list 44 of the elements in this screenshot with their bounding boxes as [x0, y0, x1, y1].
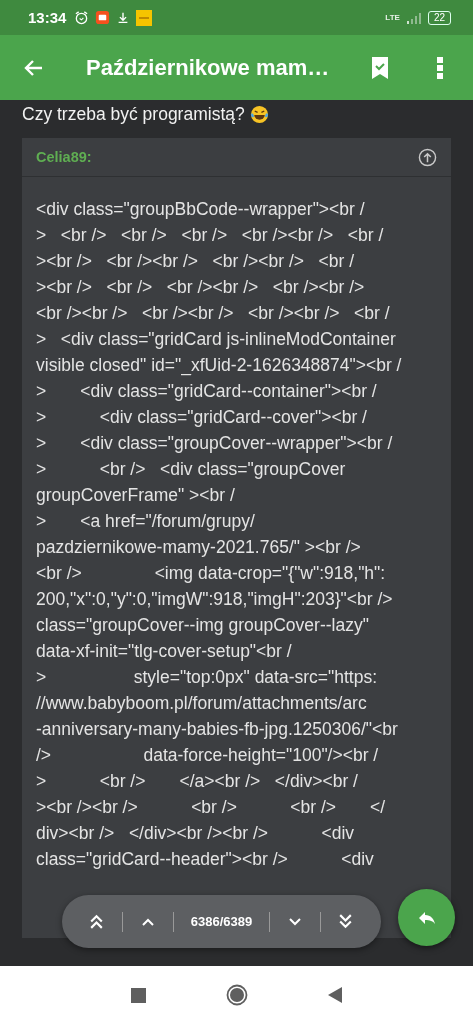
network-label: LTE — [385, 13, 400, 22]
code-line: ><br /> <br /><br /> <br /><br /> <br / — [36, 250, 356, 273]
code-line: > <div class="groupCover--wrapper"><br / — [36, 432, 394, 455]
status-time: 13:34 — [28, 9, 67, 26]
signal-icon — [405, 11, 422, 24]
code-line: -anniversary-many-babies-fb-jpg.1250306/"<br — [36, 718, 399, 741]
code-line: //www.babyboom.pl/forum/attachments/arc — [36, 692, 368, 715]
code-line: > <div class="gridCard--cover"><br / — [36, 406, 368, 429]
code-line: groupCoverFrame" ><br / — [36, 484, 236, 507]
code-line: ><br /> <br /> <br /><br /> <br /><br /> — [36, 276, 366, 299]
back-nav-icon[interactable] — [328, 987, 342, 1003]
post-text: Czy trzeba być programistą? — [22, 103, 245, 125]
home-icon[interactable] — [226, 984, 248, 1006]
code-line: data-xf-init="tlg-cover-setup"<br / — [36, 640, 293, 663]
code-line: div><br /> </div><br /><br /> <div — [36, 822, 356, 845]
recents-icon[interactable] — [131, 987, 146, 1003]
code-line: > <div class="gridCard--container"><br / — [36, 380, 378, 403]
alarm-icon — [74, 10, 90, 25]
code-line: class="groupCover--img groupCover--lazy" — [36, 614, 370, 637]
code-line: > <br /> <div class="groupCover — [36, 458, 347, 481]
code-line: <br /> <img data-crop="{"w":918,"h": — [36, 562, 387, 585]
post-position: 6386/6389 — [190, 914, 253, 929]
code-line: pazdziernikowe-mamy-2021.765/" ><br /> — [36, 536, 362, 559]
app-icon — [95, 10, 111, 25]
code-line: > style="top:0px" data-src="https: — [36, 666, 379, 689]
code-line: /> data-force-height="100"/><br / — [36, 744, 380, 767]
code-line: > <div class="gridCard js-inlineModContainer — [36, 328, 397, 351]
code-line: > <br /> <br /> <br /> <br /><br /> <br / — [36, 224, 385, 247]
more-icon[interactable] — [437, 55, 443, 80]
jump-up-icon[interactable] — [418, 147, 437, 167]
code-line: 200,"x":0,"y":0,"imgW":918,"imgH":203}"<br /> — [36, 588, 394, 611]
laughing-emoji-icon — [249, 104, 269, 124]
code-line: visible closed" id="_xfUid-2-1626348874"><br / — [36, 354, 403, 378]
bookmark-icon[interactable] — [371, 55, 389, 80]
app-icon — [136, 9, 153, 26]
code-line: class="gridCard--header"><br /> <div — [36, 848, 375, 871]
code-line: > <a href="/forum/grupy/ — [36, 510, 256, 533]
code-line: <br /><br /> <br /><br /> <br /><br /> <br / — [36, 302, 391, 325]
code-line: > <br /> </a><br /> </div><br / — [36, 770, 359, 793]
thread-title: Październikowe mam… — [86, 54, 331, 81]
quote-author: Celia89: — [36, 149, 92, 165]
code-line: ><br /><br /> <br /> <br /> </ — [36, 796, 387, 819]
battery-indicator: 22 — [427, 10, 451, 25]
code-line: <div class="groupBbCode--wrapper"><br / — [36, 198, 366, 221]
